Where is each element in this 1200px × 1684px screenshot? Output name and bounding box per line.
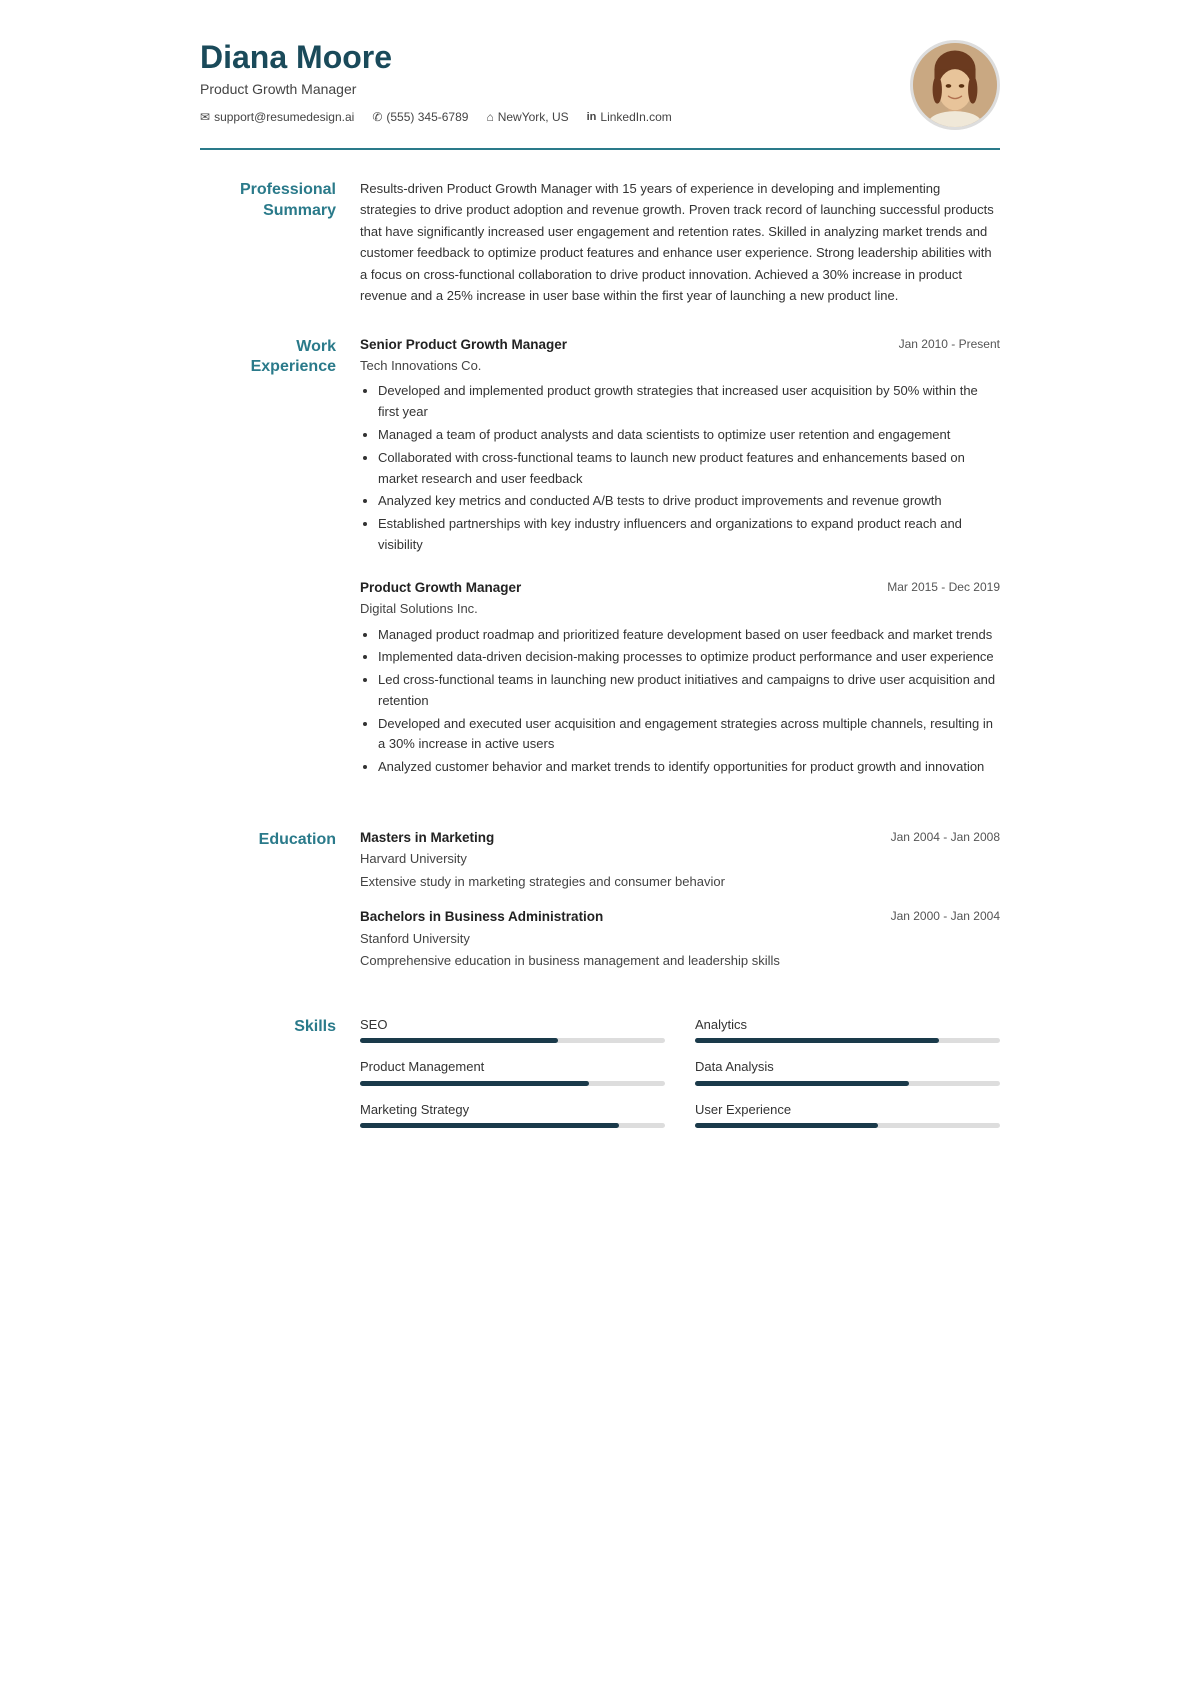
summary-section: ProfessionalSummary Results-driven Produ… xyxy=(200,178,1000,307)
education-label: Education xyxy=(200,828,360,987)
skill-bar-background xyxy=(695,1123,1000,1128)
skill-item: SEO xyxy=(360,1015,665,1044)
list-item: Led cross-functional teams in launching … xyxy=(378,670,1000,712)
skill-item: User Experience xyxy=(695,1100,1000,1129)
summary-text: Results-driven Product Growth Manager wi… xyxy=(360,178,1000,307)
job-bullets: Managed product roadmap and prioritized … xyxy=(360,625,1000,779)
skill-bar-fill xyxy=(360,1081,589,1086)
contact-list: support@resumedesign.ai (555) 345-6789 N… xyxy=(200,108,672,126)
candidate-title: Product Growth Manager xyxy=(200,79,672,100)
job-block: Product Growth Manager Mar 2015 - Dec 201… xyxy=(360,578,1000,778)
job-title: Senior Product Growth Manager xyxy=(360,335,567,355)
skill-name: Product Management xyxy=(360,1057,665,1077)
edu-header: Bachelors in Business Administration Jan … xyxy=(360,907,1000,927)
skill-name: Analytics xyxy=(695,1015,1000,1035)
list-item: Implemented data-driven decision-making … xyxy=(378,647,1000,668)
job-company: Digital Solutions Inc. xyxy=(360,599,1000,619)
list-item: Collaborated with cross-functional teams… xyxy=(378,448,1000,490)
skill-bar-fill xyxy=(695,1038,939,1043)
skill-bar-background xyxy=(695,1081,1000,1086)
edu-block: Masters in Marketing Jan 2004 - Jan 2008 H… xyxy=(360,828,1000,891)
work-label: WorkExperience xyxy=(200,335,360,800)
job-header: Senior Product Growth Manager Jan 2010 - … xyxy=(360,335,1000,355)
list-item: Established partnerships with key indust… xyxy=(378,514,1000,556)
job-date: Jan 2010 - Present xyxy=(899,335,1000,353)
edu-block: Bachelors in Business Administration Jan … xyxy=(360,907,1000,970)
job-header: Product Growth Manager Mar 2015 - Dec 201… xyxy=(360,578,1000,598)
contact-location: NewYork, US xyxy=(486,108,568,126)
work-content: Senior Product Growth Manager Jan 2010 - … xyxy=(360,335,1000,800)
skill-bar-fill xyxy=(695,1081,909,1086)
edu-date: Jan 2004 - Jan 2008 xyxy=(891,828,1000,846)
contact-phone: (555) 345-6789 xyxy=(372,108,468,126)
location-icon xyxy=(486,108,493,126)
list-item: Developed and implemented product growth… xyxy=(378,381,1000,423)
edu-degree: Bachelors in Business Administration xyxy=(360,907,603,927)
skill-bar-fill xyxy=(695,1123,878,1128)
skill-item: Data Analysis xyxy=(695,1057,1000,1086)
skill-bar-background xyxy=(360,1081,665,1086)
education-section: Education Masters in Marketing Jan 2004 -… xyxy=(200,828,1000,987)
skill-name: Data Analysis xyxy=(695,1057,1000,1077)
edu-description: Extensive study in marketing strategies … xyxy=(360,872,1000,892)
skills-grid: SEO Analytics Product Management Data Analy… xyxy=(360,1015,1000,1129)
list-item: Developed and executed user acquisition … xyxy=(378,714,1000,756)
edu-school: Stanford University xyxy=(360,929,1000,949)
skill-item: Product Management xyxy=(360,1057,665,1086)
skill-name: Marketing Strategy xyxy=(360,1100,665,1120)
skill-bar-background xyxy=(360,1038,665,1043)
skill-bar-background xyxy=(360,1123,665,1128)
list-item: Analyzed customer behavior and market tr… xyxy=(378,757,1000,778)
edu-description: Comprehensive education in business mana… xyxy=(360,951,1000,971)
linkedin-icon xyxy=(587,109,597,126)
contact-linkedin: LinkedIn.com xyxy=(587,108,672,126)
skill-name: SEO xyxy=(360,1015,665,1035)
edu-degree: Masters in Marketing xyxy=(360,828,494,848)
skill-bar-background xyxy=(695,1038,1000,1043)
skill-name: User Experience xyxy=(695,1100,1000,1120)
skills-section: Skills SEO Analytics Product Management Dat… xyxy=(200,1015,1000,1129)
resume-header: Diana Moore Product Growth Manager suppo… xyxy=(200,40,1000,150)
list-item: Managed product roadmap and prioritized … xyxy=(378,625,1000,646)
job-company: Tech Innovations Co. xyxy=(360,356,1000,376)
contact-email: support@resumedesign.ai xyxy=(200,108,354,126)
skills-label: Skills xyxy=(200,1015,360,1129)
education-content: Masters in Marketing Jan 2004 - Jan 2008 H… xyxy=(360,828,1000,987)
summary-content: Results-driven Product Growth Manager wi… xyxy=(360,178,1000,307)
list-item: Managed a team of product analysts and d… xyxy=(378,425,1000,446)
header-info: Diana Moore Product Growth Manager suppo… xyxy=(200,40,672,126)
job-block: Senior Product Growth Manager Jan 2010 - … xyxy=(360,335,1000,556)
job-date: Mar 2015 - Dec 2019 xyxy=(887,578,1000,596)
skill-bar-fill xyxy=(360,1038,558,1043)
avatar xyxy=(910,40,1000,130)
job-bullets: Developed and implemented product growth… xyxy=(360,381,1000,555)
work-section: WorkExperience Senior Product Growth Man… xyxy=(200,335,1000,800)
skill-bar-fill xyxy=(360,1123,619,1128)
list-item: Analyzed key metrics and conducted A/B t… xyxy=(378,491,1000,512)
skill-item: Marketing Strategy xyxy=(360,1100,665,1129)
email-icon xyxy=(200,108,210,126)
summary-label: ProfessionalSummary xyxy=(200,178,360,307)
edu-date: Jan 2000 - Jan 2004 xyxy=(891,907,1000,925)
skill-item: Analytics xyxy=(695,1015,1000,1044)
skills-content: SEO Analytics Product Management Data Analy… xyxy=(360,1015,1000,1129)
phone-icon xyxy=(372,108,382,126)
edu-header: Masters in Marketing Jan 2004 - Jan 2008 xyxy=(360,828,1000,848)
edu-school: Harvard University xyxy=(360,849,1000,869)
job-title: Product Growth Manager xyxy=(360,578,521,598)
candidate-name: Diana Moore xyxy=(200,40,672,75)
